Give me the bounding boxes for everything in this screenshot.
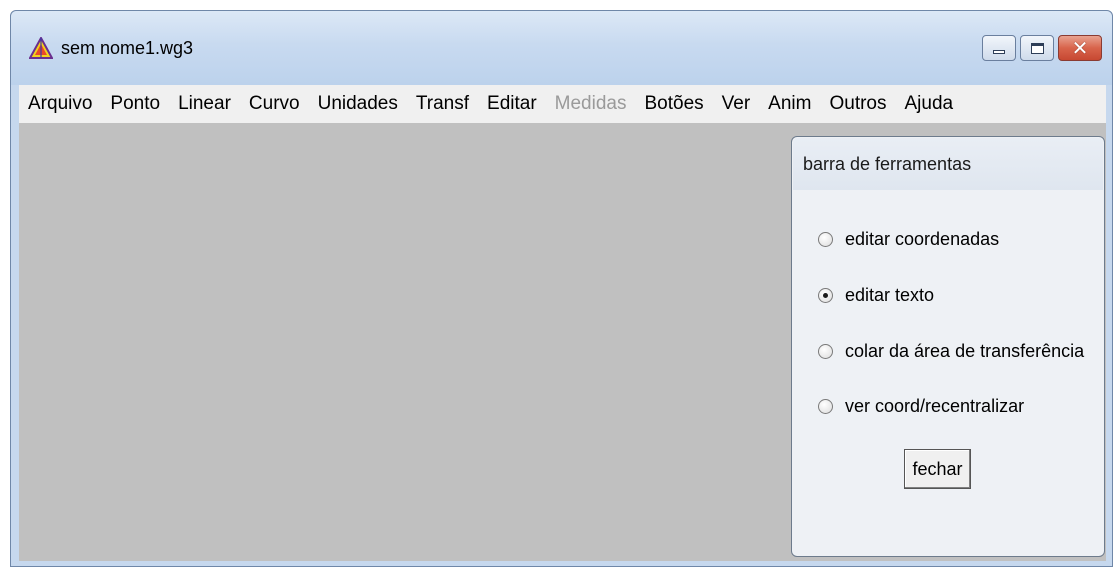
menu-anim[interactable]: Anim [759, 93, 820, 115]
menu-linear[interactable]: Linear [169, 93, 240, 115]
toolbar-panel-header[interactable]: barra de ferramentas [793, 138, 1103, 190]
minimize-icon [993, 50, 1005, 54]
menu-ver[interactable]: Ver [713, 93, 760, 115]
menu-transf[interactable]: Transf [407, 93, 478, 115]
option-label: editar texto [845, 285, 935, 305]
option-label: colar da área de transferência [845, 341, 1085, 361]
maximize-icon [1030, 42, 1044, 54]
radio-editar-coordenadas[interactable] [818, 232, 833, 247]
toolbar-panel-title: barra de ferramentas [803, 154, 972, 174]
app-window: sem nome1.wg3 ✕ Arquivo Ponto Linear Cur… [10, 10, 1113, 567]
radio-colar-area-transferencia[interactable] [818, 344, 833, 359]
title-bar[interactable]: sem nome1.wg3 ✕ [11, 11, 1112, 85]
menu-arquivo[interactable]: Arquivo [19, 93, 101, 115]
triangle-icon [29, 37, 53, 59]
radio-ver-coord-recentralizar[interactable] [818, 399, 833, 414]
fechar-button[interactable]: fechar [904, 449, 971, 489]
menu-editar[interactable]: Editar [478, 93, 546, 115]
menu-curvo[interactable]: Curvo [240, 93, 309, 115]
radio-editar-texto[interactable] [818, 288, 833, 303]
option-editar-texto[interactable]: editar texto [818, 285, 934, 306]
toolbar-panel: barra de ferramentas editar coordenadas … [791, 136, 1105, 557]
menu-outros[interactable]: Outros [820, 93, 895, 115]
menu-ponto[interactable]: Ponto [101, 93, 169, 115]
maximize-button[interactable] [1020, 35, 1054, 61]
minimize-button[interactable] [982, 35, 1016, 61]
menu-bar: Arquivo Ponto Linear Curvo Unidades Tran… [19, 85, 1106, 123]
option-ver-coord-recentralizar[interactable]: ver coord/recentralizar [818, 396, 1024, 417]
menu-botoes[interactable]: Botões [635, 93, 712, 115]
window-title: sem nome1.wg3 [61, 38, 194, 58]
menu-unidades[interactable]: Unidades [309, 93, 407, 115]
close-icon: ✕ [1071, 36, 1089, 60]
menu-medidas: Medidas [554, 93, 627, 114]
option-editar-coordenadas[interactable]: editar coordenadas [818, 229, 999, 250]
menu-ajuda[interactable]: Ajuda [896, 93, 963, 115]
window-controls: ✕ [982, 35, 1102, 61]
option-label: ver coord/recentralizar [845, 396, 1025, 416]
close-button[interactable]: ✕ [1058, 35, 1102, 61]
option-colar-area-transferencia[interactable]: colar da área de transferência [818, 341, 1084, 362]
option-label: editar coordenadas [845, 229, 1000, 249]
